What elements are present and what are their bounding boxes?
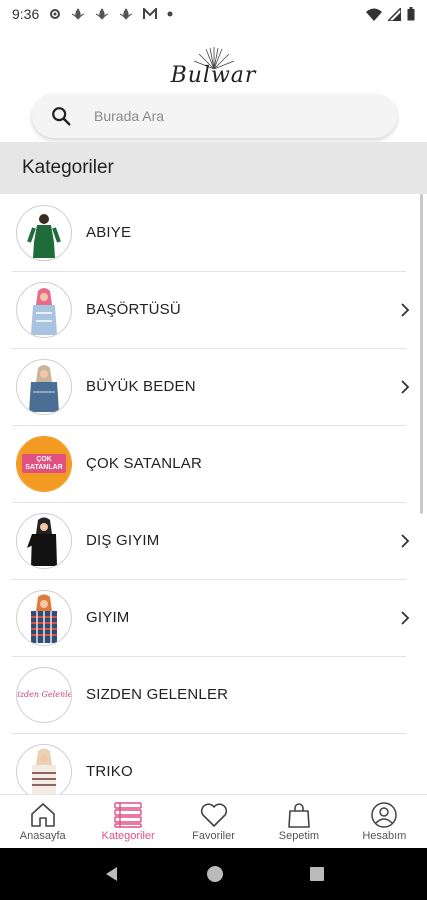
dot-icon: [167, 11, 173, 17]
nav-label: Sepetim: [278, 829, 320, 842]
category-label: GIYIM: [86, 609, 130, 626]
category-label: TRIKO: [86, 763, 133, 780]
nav-cart[interactable]: Sepetim: [256, 795, 341, 848]
search-icon: [52, 107, 71, 126]
category-row-cok-satanlar[interactable]: ÇOK SATANLAR ÇOK SATANLAR: [0, 425, 416, 502]
category-thumbnail: [16, 589, 72, 646]
thumbnail-badge-text: ÇOK SATANLAR: [22, 453, 66, 474]
leaf-icon: [120, 8, 133, 20]
category-thumbnail: Sizden Gelenler: [16, 666, 72, 723]
category-thumbnail: [16, 743, 72, 794]
category-thumbnail: [16, 204, 72, 261]
brand-name: Bulwar: [170, 63, 257, 88]
heart-icon: [200, 802, 227, 827]
category-row-triko[interactable]: TRIKO: [0, 733, 416, 794]
notification-icons: [49, 8, 173, 20]
bag-icon: [288, 802, 310, 828]
category-label: BÜYÜK BEDEN: [86, 378, 196, 395]
leaf-icon: [96, 8, 109, 20]
category-row-giyim[interactable]: GIYIM: [0, 579, 416, 656]
nav-account[interactable]: Hesabım: [342, 795, 427, 848]
status-bar: 9:36: [0, 0, 427, 28]
category-row-abiye[interactable]: ABIYE: [0, 194, 416, 271]
status-time: 9:36: [12, 6, 40, 22]
nav-label: Favoriler: [192, 829, 235, 842]
leaf-icon: [72, 8, 85, 20]
signal-icon: [388, 7, 401, 21]
recents-icon[interactable]: [309, 866, 325, 882]
thumbnail-script-text: Sizden Gelenler: [17, 690, 72, 699]
category-thumbnail: [16, 281, 72, 338]
category-list[interactable]: ABIYE BAŞÖRTÜSÜ BÜYÜK BEDEN ÇOK SATANLAR…: [0, 194, 427, 794]
wifi-icon: [366, 8, 382, 21]
settings-icon: [50, 9, 61, 19]
category-label: ABIYE: [86, 224, 132, 241]
category-row-dis-giyim[interactable]: DIŞ GIYIM: [0, 502, 416, 579]
section-title: Kategoriler: [22, 157, 114, 178]
bottom-navigation: Anasayfa Kategoriler Favoriler Sepetim H…: [0, 794, 427, 848]
categories-icon: [114, 801, 142, 828]
nav-label: Anasayfa: [19, 829, 66, 842]
dress-figure-icon: [27, 213, 61, 258]
nav-home[interactable]: Anasayfa: [0, 795, 85, 848]
plus-size-figure-icon: [29, 364, 59, 412]
chevron-right-icon: [401, 379, 410, 394]
hijab-figure-icon: [31, 287, 57, 335]
system-nav-bar: [0, 848, 427, 900]
list-scrollbar[interactable]: [420, 194, 423, 514]
outerwear-figure-icon: [27, 517, 57, 566]
battery-icon: [407, 7, 415, 21]
knitwear-figure-icon: [32, 748, 56, 794]
section-header: Kategoriler: [0, 142, 427, 194]
category-row-buyuk-beden[interactable]: BÜYÜK BEDEN: [0, 348, 416, 425]
system-icons: [366, 7, 415, 21]
category-row-sizden-gelenler[interactable]: Sizden Gelenler SIZDEN GELENLER: [0, 656, 416, 733]
clothing-figure-icon: [31, 594, 57, 643]
category-thumbnail: ÇOK SATANLAR: [16, 435, 72, 492]
category-label: BAŞÖRTÜSÜ: [86, 301, 181, 318]
nav-favorites[interactable]: Favoriler: [171, 795, 256, 848]
nav-label: Kategoriler: [101, 829, 155, 842]
category-thumbnail: [16, 512, 72, 569]
category-row-basortusu[interactable]: BAŞÖRTÜSÜ: [0, 271, 416, 348]
nav-label: Hesabım: [362, 829, 407, 842]
nav-categories[interactable]: Kategoriler: [85, 795, 170, 848]
category-thumbnail: [16, 358, 72, 415]
chevron-right-icon: [401, 610, 410, 625]
account-icon: [371, 801, 398, 828]
search-input[interactable]: [94, 108, 354, 124]
category-label: ÇOK SATANLAR: [86, 455, 203, 472]
home-button-icon[interactable]: [206, 865, 224, 883]
home-icon: [30, 802, 55, 827]
back-icon[interactable]: [103, 865, 121, 883]
brand-logo: Bulwar: [0, 30, 427, 88]
mail-icon: [143, 8, 158, 19]
chevron-right-icon: [401, 302, 410, 317]
search-bar[interactable]: [32, 94, 397, 138]
category-label: DIŞ GIYIM: [86, 532, 160, 549]
chevron-right-icon: [401, 533, 410, 548]
category-label: SIZDEN GELENLER: [86, 686, 229, 703]
